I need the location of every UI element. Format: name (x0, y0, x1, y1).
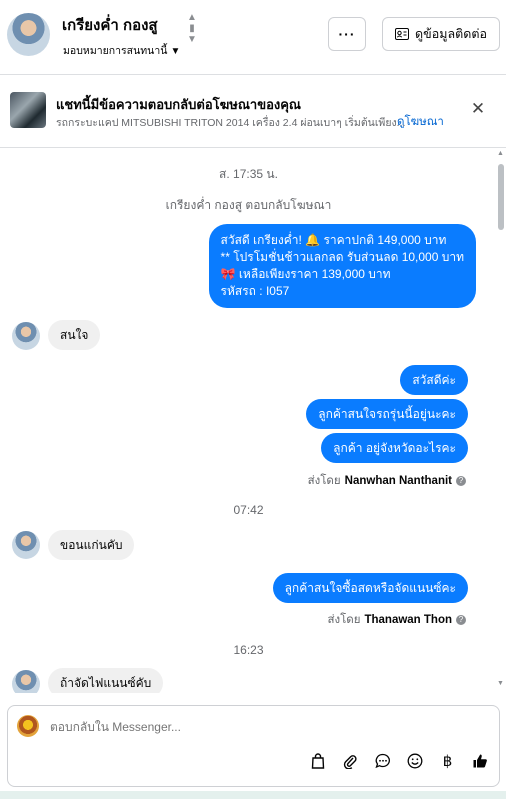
chevron-down-icon: ▼ (170, 46, 181, 57)
sent-by-note: ส่งโดย Nanwhan Nanthanit? (308, 472, 466, 490)
sent-by-label: ส่งโดย (307, 475, 341, 487)
outgoing-message[interactable]: สวัสดีค่ะ (400, 365, 468, 395)
close-icon[interactable]: ✕ (468, 99, 488, 119)
contact-card-icon (395, 28, 410, 40)
sender-name: Nanwhan Nanthanit (344, 475, 452, 487)
timestamp: ส. 17:35 น. (219, 167, 278, 181)
contact-avatar-small[interactable] (12, 322, 40, 350)
attachment-icon[interactable] (340, 751, 360, 771)
ad-thumbnail[interactable] (10, 92, 46, 128)
scroll-down-arrow-icon[interactable]: ▼ (497, 680, 504, 687)
contact-avatar-small[interactable] (12, 670, 40, 693)
timestamp: 07:42 (233, 503, 264, 517)
reply-input[interactable] (50, 720, 450, 734)
outgoing-message[interactable]: ลูกค้าสนใจรถรุ่นนี้อยู่นะคะ (306, 399, 468, 429)
more-options-button[interactable]: ··· (328, 17, 366, 51)
message-line: 🎀 เหลือเพียงราคา 139,000 บาท (220, 267, 391, 281)
bottom-strip (0, 791, 506, 799)
resize-handle-icon[interactable]: ▲ ▮ ▼ (186, 12, 198, 58)
sent-by-label: ส่งโดย (327, 614, 361, 626)
saved-replies-icon[interactable] (373, 751, 393, 771)
contact-avatar-small[interactable] (12, 531, 40, 559)
info-icon[interactable]: ? (456, 475, 466, 486)
view-contact-info-button[interactable]: ดูข้อมูลติดต่อ (382, 17, 500, 51)
outgoing-message[interactable]: ลูกค้าสนใจซื้อสดหรือจัดแนนซ์คะ (272, 573, 468, 603)
scroll-up-arrow-icon[interactable]: ▲ (497, 150, 504, 157)
incoming-message[interactable]: ขอนแก่นคับ (48, 530, 135, 560)
timestamp: 16:23 (233, 643, 264, 657)
assign-label: มอบหมายการสนทนานี้ (63, 45, 168, 57)
ad-banner-title: แชทนี้มีข้อความตอบกลับต่อโฆษณาของคุณ (56, 97, 301, 112)
message-line: ** โปรโมชั่นช้าวแลกลด รับส่วนลด 10,000 บ… (220, 250, 464, 264)
outgoing-message[interactable]: สวัสดี เกรียงค่ำ! 🔔 ราคาปกติ 149,000 บาท… (208, 224, 476, 308)
view-contact-info-label: ดูข้อมูลติดต่อ (415, 27, 487, 41)
emoji-icon[interactable] (405, 751, 425, 771)
message-line: สวัสดี เกรียงค่ำ! 🔔 ราคาปกติ 149,000 บาท (220, 233, 447, 247)
scrollbar-thumb[interactable] (498, 164, 504, 230)
page-avatar (17, 715, 39, 737)
ad-reply-banner: แชทนี้มีข้อความตอบกลับต่อโฆษณาของคุณ รถก… (0, 75, 506, 148)
assign-conversation-dropdown[interactable]: มอบหมายการสนทนานี้ ▼ (63, 42, 180, 59)
reply-composer: ฿ (7, 705, 500, 787)
baht-icon[interactable]: ฿ (438, 751, 458, 771)
ad-reply-note: เกรียงค่ำ กองสู ตอบกลับโฆษณา (165, 198, 332, 212)
contact-name[interactable]: เกรียงค่ำ กองสู (62, 13, 158, 37)
incoming-message[interactable]: สนใจ (48, 320, 101, 350)
sent-by-note: ส่งโดย Thanawan Thon? (327, 611, 466, 629)
info-icon[interactable]: ? (456, 614, 466, 625)
thread-scrollbar[interactable]: ▲ ▼ (497, 148, 506, 693)
message-line: รหัสรถ : I057 (220, 284, 290, 298)
contact-avatar[interactable] (7, 13, 50, 56)
view-ad-link[interactable]: ดูโฆษณา (397, 113, 444, 131)
composer-toolbar: ฿ (308, 750, 490, 772)
ad-banner-subtitle: รถกระบะแคป MITSUBISHI TRITON 2014 เครื่อ… (56, 117, 406, 129)
conversation-header: เกรียงค่ำ กองสู มอบหมายการสนทนานี้ ▼ ▲ ▮ ▼ … (0, 0, 506, 75)
outgoing-message[interactable]: ลูกค้า อยู่จังหวัดอะไรคะ (321, 433, 468, 463)
incoming-message[interactable]: ถ้าจัดไฟแนนซ์คับ (48, 668, 164, 693)
bag-icon[interactable] (308, 751, 328, 771)
message-thread[interactable]: ส. 17:35 น. เกรียงค่ำ กองสู ตอบกลับโฆษณา… (0, 148, 506, 693)
like-icon[interactable] (470, 751, 490, 771)
sender-name: Thanawan Thon (364, 614, 452, 626)
